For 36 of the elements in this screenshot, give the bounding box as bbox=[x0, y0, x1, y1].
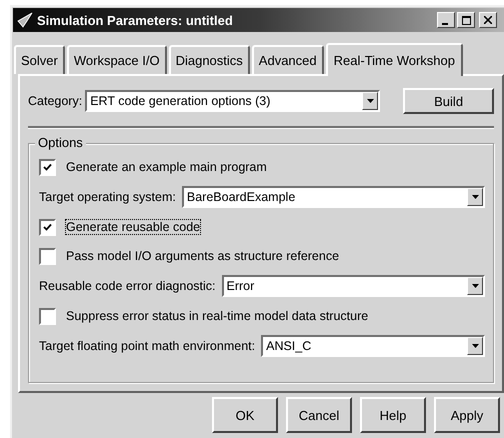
checkbox-label[interactable]: Generate reusable code bbox=[65, 219, 202, 235]
tab[interactable]: Workspace I/O bbox=[66, 45, 167, 74]
option-label: Target operating system: bbox=[39, 190, 176, 204]
option-dropdown[interactable]: Error bbox=[222, 275, 485, 297]
dialog-button[interactable]: Cancel bbox=[286, 397, 352, 433]
tab[interactable]: Diagnostics bbox=[168, 45, 250, 74]
dialog-button[interactable]: OK bbox=[212, 397, 278, 433]
build-button[interactable]: Build bbox=[403, 88, 494, 114]
checkbox-label[interactable]: Suppress error status in real-time model data structure bbox=[65, 308, 370, 324]
tab[interactable]: Real-Time Workshop bbox=[326, 43, 463, 76]
checkbox-label[interactable]: Pass model I/O arguments as structure reference bbox=[65, 248, 340, 264]
group-title: Options bbox=[35, 135, 86, 150]
checkbox[interactable] bbox=[39, 218, 56, 236]
option-dropdown[interactable]: ANSI_C bbox=[261, 335, 485, 357]
maximize-icon bbox=[462, 16, 470, 25]
checkbox[interactable] bbox=[39, 308, 56, 324]
dialog-button[interactable]: Apply bbox=[434, 397, 500, 433]
window-title: Simulation Parameters: untitled bbox=[37, 12, 234, 28]
option-label: Target floating point math environment: bbox=[39, 339, 256, 353]
maximize-button[interactable] bbox=[457, 12, 475, 28]
option-label: Reusable code error diagnostic: bbox=[39, 279, 216, 293]
close-icon bbox=[484, 16, 492, 24]
minimize-button[interactable] bbox=[437, 12, 455, 28]
check-icon bbox=[43, 162, 52, 172]
tab[interactable]: Advanced bbox=[252, 45, 324, 74]
checkbox[interactable] bbox=[39, 248, 56, 264]
option-dropdown[interactable]: BareBoardExample bbox=[182, 186, 485, 208]
check-icon bbox=[43, 222, 52, 232]
checkbox-label[interactable]: Generate an example main program bbox=[65, 159, 268, 175]
tab[interactable]: Solver bbox=[14, 45, 65, 74]
category-label: Category: bbox=[28, 94, 82, 108]
category-dropdown[interactable]: ERT code generation options (3) bbox=[85, 90, 380, 112]
dialog-button[interactable]: Help bbox=[360, 397, 426, 433]
app-icon bbox=[17, 12, 33, 28]
checkbox[interactable] bbox=[39, 158, 56, 176]
close-button[interactable] bbox=[479, 12, 497, 28]
